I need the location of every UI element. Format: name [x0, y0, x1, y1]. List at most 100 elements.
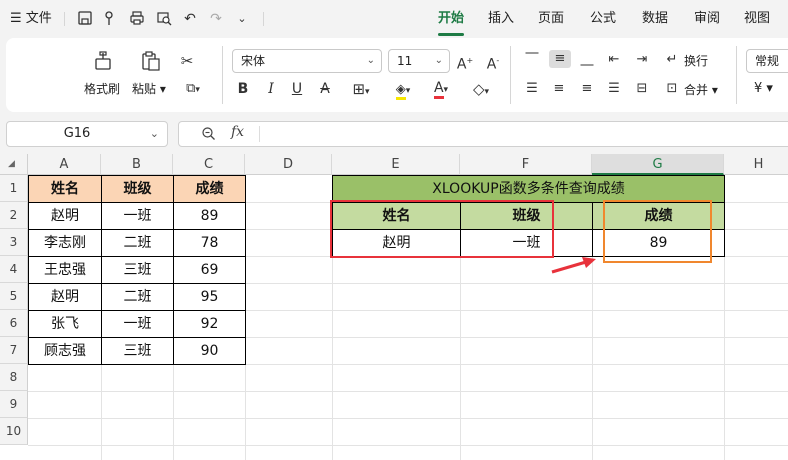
cell-a3[interactable]: 李志刚	[28, 229, 102, 257]
row-header-7[interactable]: 7	[0, 337, 28, 364]
row-header-8[interactable]: 8	[0, 364, 28, 391]
cell-a6[interactable]: 张飞	[28, 310, 102, 338]
align-right-icon[interactable]: ≡	[579, 80, 595, 98]
column-header-b[interactable]: B	[101, 154, 173, 175]
italic-icon[interactable]: I	[264, 80, 278, 98]
align-center-icon[interactable]: ≡	[551, 80, 567, 98]
increase-font-icon[interactable]: A+	[456, 52, 474, 74]
zoom-formula-icon[interactable]	[201, 126, 216, 145]
strikethrough-icon[interactable]: A	[318, 80, 332, 98]
file-menu[interactable]: ☰ 文件	[10, 0, 52, 38]
tab-page[interactable]: 页面	[538, 0, 564, 38]
cell-c4[interactable]: 69	[173, 256, 246, 284]
chevron-down-icon[interactable]: ⌄	[150, 122, 159, 146]
cell-a1[interactable]: 姓名	[28, 175, 102, 203]
redo-icon[interactable]: ↷	[207, 10, 225, 28]
row-header-3[interactable]: 3	[0, 229, 28, 256]
bold-icon[interactable]: B	[236, 80, 250, 98]
align-bottom-icon[interactable]: ⎽	[579, 51, 595, 69]
select-all-corner[interactable]: ◢	[0, 154, 28, 175]
cell-b7[interactable]: 三班	[101, 337, 174, 365]
tab-formulas[interactable]: 公式	[590, 0, 616, 38]
format-painter-label[interactable]: 格式刷	[84, 80, 120, 97]
clear-format-icon[interactable]: ◇▾	[466, 80, 496, 101]
align-middle-icon[interactable]: ≡	[549, 50, 571, 68]
cell-b1[interactable]: 班级	[101, 175, 174, 203]
cell-b5[interactable]: 二班	[101, 283, 174, 311]
column-header-f[interactable]: F	[460, 154, 592, 175]
cell-c3[interactable]: 78	[173, 229, 246, 257]
cut-icon[interactable]: ✂	[178, 52, 196, 70]
cell-a4[interactable]: 王忠强	[28, 256, 102, 284]
cell-a5[interactable]: 赵明	[28, 283, 102, 311]
paste-label[interactable]: 粘贴 ▾	[132, 80, 166, 97]
export-pdf-icon[interactable]	[102, 10, 120, 28]
column-header-h[interactable]: H	[724, 154, 788, 175]
cell-a2[interactable]: 赵明	[28, 202, 102, 230]
cell-b6[interactable]: 一班	[101, 310, 174, 338]
justify-icon[interactable]: ☰	[606, 80, 622, 98]
tab-data[interactable]: 数据	[642, 0, 668, 38]
formula-input-area[interactable]: fx	[178, 121, 788, 147]
wrap-text-icon[interactable]: ↵	[664, 51, 680, 69]
column-header-e[interactable]: E	[332, 154, 460, 175]
cell-c2[interactable]: 89	[173, 202, 246, 230]
name-box[interactable]: G16 ⌄	[6, 121, 168, 147]
underline-icon[interactable]: U	[290, 80, 304, 98]
undo-icon[interactable]: ↶	[181, 10, 199, 28]
border-icon[interactable]: ⊞▾	[346, 80, 376, 101]
worksheet-grid[interactable]: ◢ A B C D E F G H 1 2 3 4 5 6 7 8 9 10 姓…	[0, 154, 788, 460]
lookup-title-cell[interactable]: XLOOKUP函数多条件查询成绩	[332, 175, 725, 203]
decrease-indent-icon[interactable]: ⇤	[606, 51, 622, 69]
currency-format-button[interactable]: ¥ ▾	[754, 81, 773, 96]
print-icon[interactable]	[128, 10, 146, 28]
tab-view[interactable]: 视图	[744, 0, 770, 38]
align-left-icon[interactable]: ☰	[524, 80, 540, 98]
number-format-dropdown[interactable]: 常规	[746, 49, 788, 73]
copy-icon[interactable]: ⧉▾	[178, 80, 208, 99]
wrap-text-label[interactable]: 换行	[684, 52, 708, 69]
row-header-4[interactable]: 4	[0, 256, 28, 283]
fill-color-icon[interactable]: ◈▾	[388, 79, 418, 100]
column-header-a[interactable]: A	[28, 154, 101, 175]
row-header-1[interactable]: 1	[0, 175, 28, 202]
distributed-icon[interactable]: ⊟	[634, 80, 650, 98]
font-color-icon[interactable]: A▾	[426, 79, 456, 99]
align-top-icon[interactable]: ⎺	[524, 51, 540, 69]
row-header-5[interactable]: 5	[0, 283, 28, 310]
column-header-c[interactable]: C	[173, 154, 245, 175]
divider	[263, 12, 264, 26]
merge-cells-icon[interactable]: ⊡	[664, 80, 680, 98]
chevron-down-icon: ⌄	[366, 55, 375, 66]
decrease-font-icon[interactable]: A-	[484, 52, 502, 74]
cell-c5[interactable]: 95	[173, 283, 246, 311]
increase-indent-icon[interactable]: ⇥	[634, 51, 650, 69]
row-header-6[interactable]: 6	[0, 310, 28, 337]
font-name-dropdown[interactable]: 宋体 ⌄	[232, 49, 382, 73]
cell-a7[interactable]: 顾志强	[28, 337, 102, 365]
column-header-g[interactable]: G	[592, 154, 724, 175]
print-preview-icon[interactable]	[155, 10, 173, 28]
cell-c6[interactable]: 92	[173, 310, 246, 338]
fx-icon[interactable]: fx	[231, 124, 244, 140]
merge-label[interactable]: 合并 ▾	[684, 81, 718, 98]
cell-c7[interactable]: 90	[173, 337, 246, 365]
menu-bar: ☰ 文件 ↶ ↷ ⌄ 开始 插入 页面 公式 数据 审阅 视图	[0, 0, 788, 38]
divider	[510, 46, 511, 104]
tab-review[interactable]: 审阅	[694, 0, 720, 38]
cell-b2[interactable]: 一班	[101, 202, 174, 230]
tab-insert[interactable]: 插入	[488, 0, 514, 38]
cell-b4[interactable]: 三班	[101, 256, 174, 284]
font-size-dropdown[interactable]: 11 ⌄	[388, 49, 450, 73]
cell-b3[interactable]: 二班	[101, 229, 174, 257]
row-header-10[interactable]: 10	[0, 418, 28, 445]
save-icon[interactable]	[76, 10, 94, 28]
column-header-d[interactable]: D	[245, 154, 332, 175]
row-header-2[interactable]: 2	[0, 202, 28, 229]
cell-c1[interactable]: 成绩	[173, 175, 246, 203]
paste-icon[interactable]	[140, 50, 162, 72]
row-header-9[interactable]: 9	[0, 391, 28, 418]
chevron-down-icon[interactable]: ⌄	[233, 10, 251, 28]
format-painter-icon[interactable]	[92, 50, 114, 72]
result-highlight-box	[603, 200, 712, 263]
